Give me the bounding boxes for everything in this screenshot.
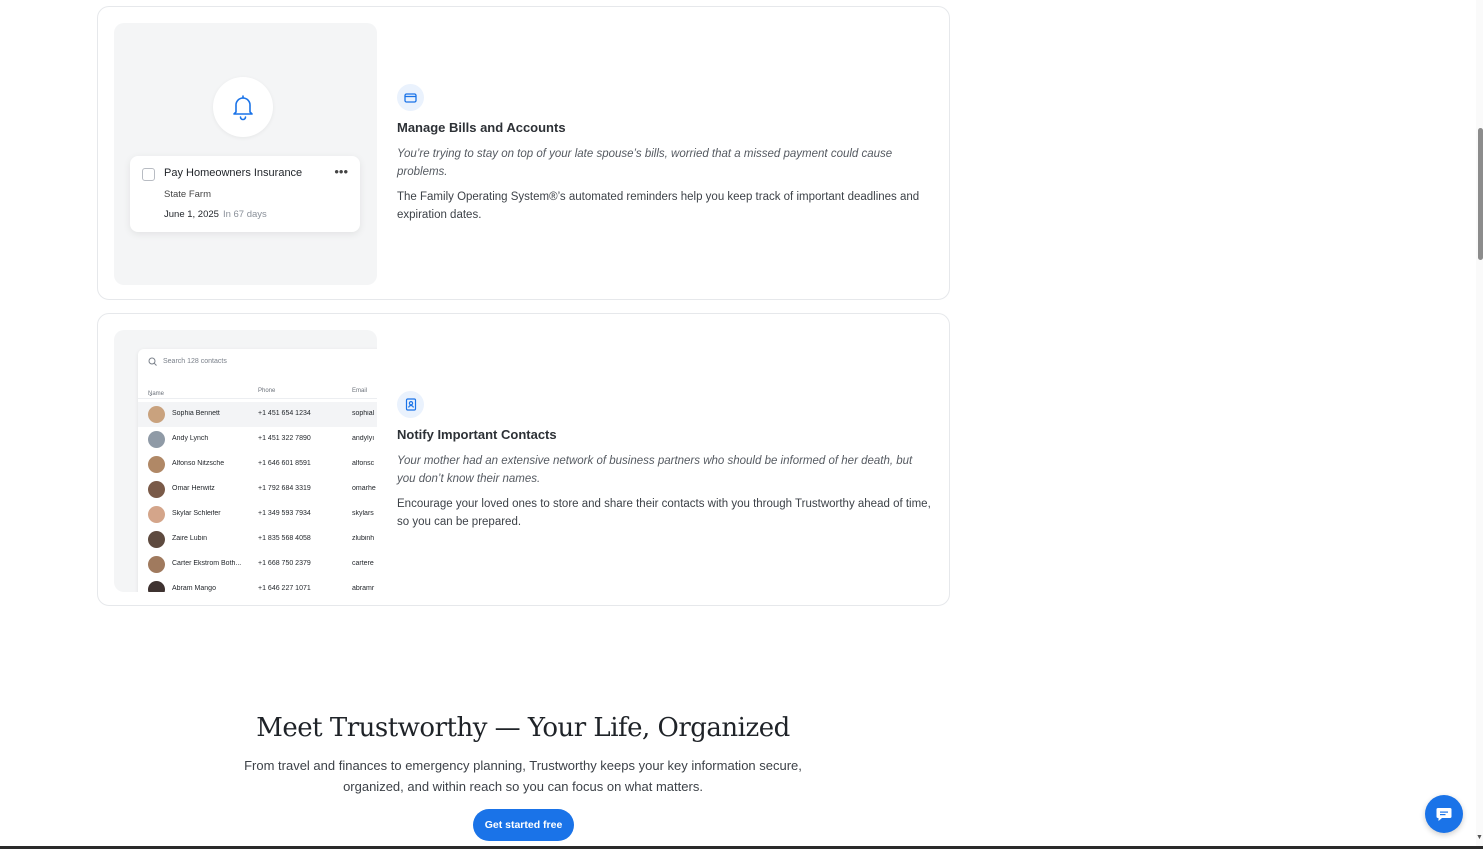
feature-card-contacts: Search 128 contacts Name ⌄ Phone Email S… [97,313,950,606]
avatar [148,481,165,498]
chat-button[interactable] [1425,795,1463,833]
contact-name: Skylar Schleifer [172,510,221,517]
task-date-line: June 1, 2025 In 67 days [164,209,267,220]
contact-email: abramr [352,585,375,592]
table-row[interactable]: Andy Lynch +1 451 322 7890 andylyı [138,427,377,452]
more-options-icon[interactable]: ••• [334,164,348,179]
contact-email: zlubinh [352,535,375,542]
column-phone: Phone [258,388,276,394]
avatar [148,506,165,523]
avatar [148,581,165,592]
contact-email: sophial [352,410,375,417]
feature-quote: Your mother had an extensive network of … [397,455,913,485]
table-row[interactable]: Omar Herwitz +1 792 684 3319 omarhe [138,477,377,502]
avatar [148,431,165,448]
contacts-search[interactable]: Search 128 contacts [148,357,227,366]
contact-phone: +1 646 601 8591 [258,460,311,467]
bell-icon [213,77,273,137]
folder-icon [397,84,424,111]
contact-email: skylars [352,510,374,517]
avatar [148,406,165,423]
contact-book-icon [397,391,424,418]
table-row[interactable]: Alfonso Nitzsche +1 646 601 8591 alfonsc [138,452,377,477]
table-row[interactable]: Sophia Bennett +1 451 654 1234 sophial [138,402,377,427]
avatar [148,531,165,548]
contact-name: Alfonso Nitzsche [172,460,225,467]
contacts-table: Search 128 contacts Name ⌄ Phone Email S… [138,349,377,592]
contact-phone: +1 792 684 3319 [258,485,311,492]
column-email: Email [352,388,368,394]
task-title: Pay Homeowners Insurance [164,167,303,179]
task-date: June 1, 2025 [164,209,219,220]
contact-name: Andy Lynch [172,435,209,442]
search-icon [148,357,157,366]
contact-phone: +1 668 750 2379 [258,560,311,567]
table-row[interactable]: Abram Mango +1 646 227 1071 abramr [138,577,377,592]
contact-phone: +1 451 322 7890 [258,435,311,442]
feature-quote: You’re trying to stay on top of your lat… [397,148,893,178]
chat-icon [1436,807,1452,821]
scroll-down-arrow-icon[interactable]: ▼ [1476,834,1483,841]
feature-title: Notify Important Contacts [397,427,557,442]
contacts-header: Name ⌄ Phone Email [138,385,377,399]
table-row[interactable]: Zaire Lubin +1 835 568 4058 zlubinh [138,527,377,552]
search-placeholder: Search 128 contacts [163,358,227,365]
avatar [148,456,165,473]
feature-body: Encourage your loved ones to store and s… [397,498,931,528]
feature-title: Manage Bills and Accounts [397,120,566,135]
hero-subtitle: From travel and finances to emergency pl… [244,758,802,794]
table-row[interactable]: Skylar Schleifer +1 349 593 7934 skylars [138,502,377,527]
contact-email: omarhe [352,485,376,492]
reminder-task-card: Pay Homeowners Insurance ••• State Farm … [130,156,360,232]
contact-name: Carter Ekstrom Both... [172,560,242,567]
contact-phone: +1 835 568 4058 [258,535,311,542]
table-row[interactable]: Carter Ekstrom Both... +1 668 750 2379 car… [138,552,377,577]
bills-illustration: Pay Homeowners Insurance ••• State Farm … [114,23,377,285]
task-company: State Farm [164,189,211,200]
avatar [148,556,165,573]
contact-email: cartere [352,560,374,567]
feature-body: The Family Operating System®’s automated… [397,191,920,221]
contact-name: Abram Mango [172,585,216,592]
contacts-illustration: Search 128 contacts Name ⌄ Phone Email S… [114,330,377,592]
get-started-button[interactable]: Get started free [473,809,574,841]
task-checkbox[interactable] [142,168,155,181]
contact-phone: +1 349 593 7934 [258,510,311,517]
feature-card-bills: Pay Homeowners Insurance ••• State Farm … [97,6,950,300]
task-due: In 67 days [222,209,267,220]
hero-title: Meet Trustworthy — Your Life, Organized [256,713,790,743]
contact-name: Omar Herwitz [172,485,215,492]
contact-name: Sophia Bennett [172,410,220,417]
contact-email: alfonsc [352,460,375,467]
scrollbar-thumb[interactable] [1478,128,1483,260]
chevron-down-icon: ⌄ [148,392,154,398]
contact-phone: +1 451 654 1234 [258,410,311,417]
contact-email: andylyı [352,435,375,442]
contact-phone: +1 646 227 1071 [258,585,311,592]
contact-name: Zaire Lubin [172,535,208,542]
